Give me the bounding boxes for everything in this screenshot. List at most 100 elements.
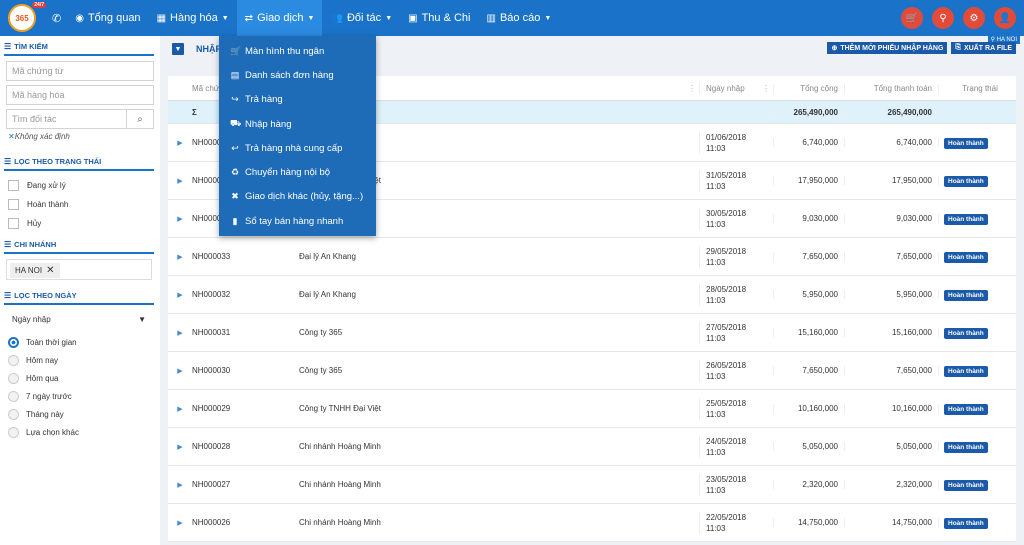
caret-down-icon: ▼ xyxy=(544,14,552,22)
column-menu-icon[interactable]: ⋮ xyxy=(762,83,770,94)
receipt-code-input[interactable]: Mã chứng từ xyxy=(6,61,154,81)
date-text: 27/05/2018 xyxy=(706,322,747,332)
add-receipt-button[interactable]: ⊕ THÊM MỚI PHIẾU NHẬP HÀNG xyxy=(827,42,948,54)
expand-row-icon[interactable]: ▶ xyxy=(168,329,192,337)
radio-label: Lựa chọn khác xyxy=(26,427,79,437)
nav-item-tong-quan[interactable]: ◉ Tổng quan xyxy=(67,0,148,36)
branch-select[interactable]: HA NOI ✕ xyxy=(6,259,152,280)
status-checkbox-processing[interactable]: Đang xử lý xyxy=(8,176,154,195)
nav-item-doi-tac[interactable]: 👥 Đối tác ▼ xyxy=(322,0,400,36)
table-row[interactable]: ▶ NH000029 Công ty TNHH Đại Việt 25/05/2018… xyxy=(168,390,1016,428)
status-checkbox-cancelled[interactable]: Hủy xyxy=(8,214,154,233)
expand-row-icon[interactable]: ▶ xyxy=(168,519,192,527)
close-icon: ✕ xyxy=(8,132,15,141)
status-badge: Hoàn thành xyxy=(944,290,988,301)
radio[interactable] xyxy=(8,426,19,438)
select-value: Ngày nhập xyxy=(12,315,51,324)
status-checkbox-completed[interactable]: Hoàn thành xyxy=(8,195,154,214)
nav-item-thu-chi[interactable]: ▣ Thu & Chi xyxy=(400,0,478,36)
radio[interactable] xyxy=(8,354,19,366)
receipt-code[interactable]: NH000026 xyxy=(192,518,299,527)
column-menu-icon[interactable]: ⋮ xyxy=(688,84,696,93)
menu-item-quick-sales-book[interactable]: ▮ Sổ tay bán hàng nhanh xyxy=(219,209,376,233)
receipt-code[interactable]: NH000031 xyxy=(192,328,299,337)
menu-item-return[interactable]: ↪ Trả hàng xyxy=(219,88,376,112)
expand-row-icon[interactable]: ▶ xyxy=(168,367,192,375)
table-row[interactable]: ▶ NH000028 Chi nhánh Hoàng Minh 24/05/2018 1… xyxy=(168,428,1016,466)
import-date: 01/06/2018 11:03 xyxy=(699,131,773,154)
radio[interactable] xyxy=(8,408,19,420)
receipt-code[interactable]: NH000028 xyxy=(192,442,299,451)
date-radio-custom[interactable]: Lựa chọn khác xyxy=(8,423,154,441)
status-badge: Hoàn thành xyxy=(944,480,988,491)
expand-row-icon[interactable]: ▶ xyxy=(168,139,192,147)
receipt-code[interactable]: NH000032 xyxy=(192,290,299,299)
col-header-date[interactable]: Ngày nhập ⋮ xyxy=(699,82,773,94)
receipt-code[interactable]: NH000027 xyxy=(192,480,299,489)
paid-amount: 6,740,000 xyxy=(844,138,938,147)
col-header-status[interactable]: Trạng thái xyxy=(938,83,1016,93)
product-code-input[interactable]: Mã hàng hóa xyxy=(6,85,154,105)
radio[interactable] xyxy=(8,336,19,348)
table-row[interactable]: ▶ NH000027 Chi nhánh Hoàng Minh 23/05/2018 1… xyxy=(168,466,1016,504)
phone-icon[interactable]: ✆ xyxy=(52,12,61,25)
time-text: 11:03 xyxy=(706,485,726,495)
nav-item-hang-hoa[interactable]: ▦ Hàng hóa ▼ xyxy=(149,0,237,36)
table-row[interactable]: ▶ NH000026 Chi nhánh Hoàng Minh 22/05/2018 1… xyxy=(168,504,1016,542)
table-row[interactable]: ▶ NH000033 Đại lý An Khang 29/05/2018 11:03 7… xyxy=(168,238,1016,276)
expand-row-icon[interactable]: ▶ xyxy=(168,405,192,413)
menu-item-other-transactions[interactable]: ✖ Giao dịch khác (hủy, tặng...) xyxy=(219,185,376,209)
date-radio-7days[interactable]: 7 ngày trước xyxy=(8,387,154,405)
expand-row-icon[interactable]: ▶ xyxy=(168,443,192,451)
expand-row-icon[interactable]: ▶ xyxy=(168,291,192,299)
date-type-select[interactable]: Ngày nhập ▼ xyxy=(6,310,152,329)
radio[interactable] xyxy=(8,372,19,384)
nav-label: Thu & Chi xyxy=(421,12,471,24)
checkbox[interactable] xyxy=(8,180,19,191)
import-date: 24/05/2018 11:03 xyxy=(699,435,773,458)
menu-item-import[interactable]: ⛟ Nhập hàng xyxy=(219,112,376,136)
col-header-total[interactable]: Tổng cộng xyxy=(773,83,844,93)
table-row[interactable]: ▶ NH000030 Công ty 365 26/05/2018 11:03 7,650… xyxy=(168,352,1016,390)
status-badge: Hoàn thành xyxy=(944,404,988,415)
date-radio-yesterday[interactable]: Hôm qua xyxy=(8,369,154,387)
menu-item-internal-transfer[interactable]: ♻ Chuyển hàng nội bộ xyxy=(219,160,376,184)
menu-item-order-list[interactable]: ▤ Danh sách đơn hàng xyxy=(219,63,376,87)
filter-icon[interactable]: ▼ xyxy=(172,43,184,55)
date-radio-this-month[interactable]: Tháng này xyxy=(8,405,154,423)
partner-search-input[interactable]: Tìm đối tác xyxy=(6,109,127,129)
unknown-partner-option[interactable]: ✕Không xác định xyxy=(8,132,154,141)
map-marker-icon[interactable]: ⚲ xyxy=(932,7,954,29)
nav-item-giao-dich[interactable]: ⇄ Giao dịch ▼ xyxy=(236,0,323,36)
total-amount: 15,160,000 xyxy=(773,328,844,337)
total-amount: 7,650,000 xyxy=(773,252,844,261)
checkbox[interactable] xyxy=(8,199,19,210)
menu-label: Trả hàng xyxy=(245,94,283,106)
expand-row-icon[interactable]: ▶ xyxy=(168,215,192,223)
table-row[interactable]: ▶ NH000032 Đại lý An Khang 28/05/2018 11:03 5… xyxy=(168,276,1016,314)
menu-item-supplier-return[interactable]: ↩ Trả hàng nhà cung cấp xyxy=(219,136,376,160)
gear-icon[interactable]: ⚙ xyxy=(963,7,985,29)
radio[interactable] xyxy=(8,390,19,402)
expand-row-icon[interactable]: ▶ xyxy=(168,253,192,261)
expand-row-icon[interactable]: ▶ xyxy=(168,481,192,489)
export-file-button[interactable]: ⎘ XUẤT RA FILE xyxy=(951,42,1016,54)
nav-item-bao-cao[interactable]: ▥ Báo cáo ▼ xyxy=(479,0,560,36)
menu-item-cashier[interactable]: 🛒 Màn hình thu ngân xyxy=(219,39,376,63)
search-icon[interactable]: ⌕ xyxy=(127,109,154,129)
table-row[interactable]: ▶ NH000031 Công ty 365 27/05/2018 11:03 15,16… xyxy=(168,314,1016,352)
close-icon[interactable]: ✕ xyxy=(46,265,54,276)
receipt-code[interactable]: NH000033 xyxy=(192,252,299,261)
receipt-code[interactable]: NH000029 xyxy=(192,404,299,413)
date-radio-all[interactable]: Toàn thời gian xyxy=(8,333,154,351)
user-icon[interactable]: 👤 xyxy=(994,7,1016,29)
date-radio-today[interactable]: Hôm nay xyxy=(8,351,154,369)
logo-text: 365 xyxy=(15,13,29,23)
col-header-paid[interactable]: Tổng thanh toán xyxy=(844,83,938,93)
checkbox[interactable] xyxy=(8,218,19,229)
expand-row-icon[interactable]: ▶ xyxy=(168,177,192,185)
header-text: Trạng thái xyxy=(962,83,998,93)
logo[interactable]: 365 24/7 xyxy=(8,2,46,32)
receipt-code[interactable]: NH000030 xyxy=(192,366,299,375)
cart-icon[interactable]: 🛒 xyxy=(901,7,923,29)
